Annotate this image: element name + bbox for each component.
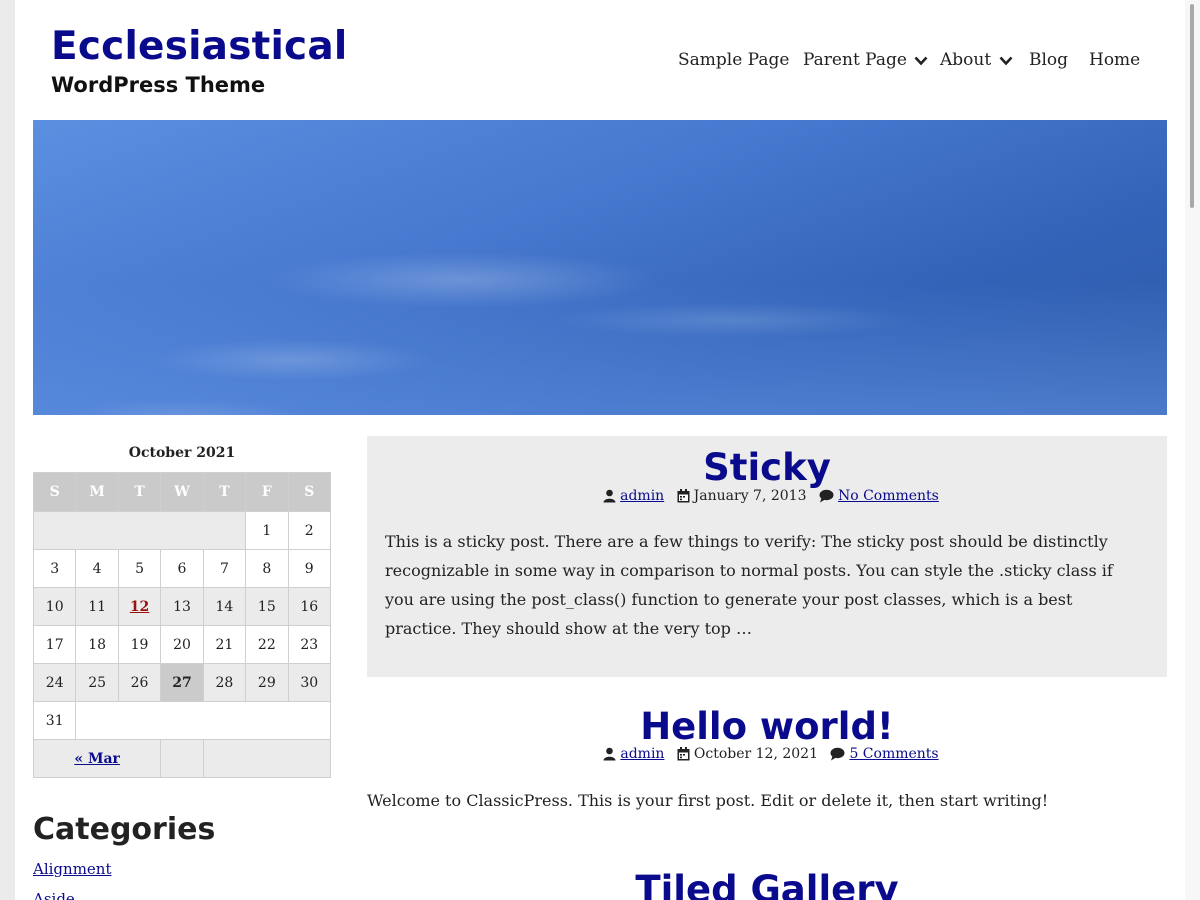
page: Ecclesiastical WordPress Theme Sample Pa…	[15, 0, 1185, 900]
calendar-pad	[32, 511, 247, 550]
calendar-day: 24	[32, 663, 77, 702]
post-title-hello-world[interactable]: Hello world!	[367, 705, 1167, 748]
calendar-day: 22	[245, 625, 289, 664]
comment-icon	[830, 747, 845, 761]
post-comments-link[interactable]: 5 Comments	[849, 746, 938, 762]
calendar-day: 7	[202, 549, 247, 588]
calendar-prev-link[interactable]: « Mar	[74, 751, 120, 767]
user-icon	[603, 747, 616, 761]
post-meta: admin October 12, 2021 5 Comments	[367, 746, 1167, 762]
calendar-day: 20	[160, 625, 204, 664]
calendar-week-row: 17 18 19 20 21 22 23	[32, 625, 332, 664]
calendar-day: 4	[75, 549, 119, 588]
category-link-aside[interactable]: Aside	[33, 890, 75, 900]
nav-item-label: Sample Page	[678, 50, 790, 70]
weekday-header: W	[160, 472, 204, 512]
nav-item-label: Blog	[1029, 50, 1069, 70]
calendar-day: 5	[117, 549, 162, 588]
calendar-prev-cell[interactable]: « Mar	[32, 739, 162, 778]
calendar-day: 17	[32, 625, 77, 664]
post-author-link[interactable]: admin	[620, 746, 664, 762]
calendar-day: 1	[245, 511, 289, 550]
calendar-icon	[677, 489, 690, 503]
nav-item-parent-page[interactable]: Parent Page	[803, 50, 928, 70]
nav-item-about[interactable]: About	[940, 50, 1013, 70]
calendar-week-row: 1 2	[32, 511, 332, 550]
weekday-header: F	[245, 472, 289, 512]
calendar-day: 21	[202, 625, 247, 664]
calendar-next-cell	[202, 739, 332, 778]
nav-item-sample-page[interactable]: Sample Page	[678, 50, 789, 70]
calendar-day: 18	[75, 625, 119, 664]
nav-item-blog[interactable]: Blog	[1029, 50, 1068, 70]
calendar-pad	[75, 701, 331, 740]
chevron-down-icon	[999, 56, 1013, 65]
calendar-day: 29	[245, 663, 289, 702]
weekday-header: T	[202, 472, 247, 512]
calendar-day: 14	[202, 587, 247, 626]
weekday-header: S	[32, 472, 77, 512]
calendar-icon	[677, 747, 690, 761]
calendar-day: 15	[245, 587, 289, 626]
weekday-header: M	[75, 472, 119, 512]
site-description: WordPress Theme	[51, 73, 266, 97]
calendar-day-link[interactable]: 12	[117, 587, 162, 626]
calendar-caption: October 2021	[128, 445, 236, 461]
calendar-header-row: S M T W T F S	[32, 472, 332, 512]
calendar-day: 26	[117, 663, 162, 702]
calendar-day: 16	[287, 587, 332, 626]
calendar-day: 3	[32, 549, 77, 588]
site-title[interactable]: Ecclesiastical	[51, 24, 347, 69]
calendar-day: 31	[32, 701, 77, 740]
nav-item-label: Home	[1089, 50, 1141, 70]
post-excerpt: Welcome to ClassicPress. This is your fi…	[367, 791, 1049, 810]
post-author-link[interactable]: admin	[620, 488, 664, 504]
calendar-day: 28	[202, 663, 247, 702]
calendar-day: 19	[117, 625, 162, 664]
comment-icon	[819, 489, 834, 503]
calendar-day: 2	[287, 511, 332, 550]
nav-item-label: Parent Page	[803, 50, 907, 70]
calendar-day: 11	[75, 587, 119, 626]
calendar-day: 13	[160, 587, 204, 626]
nav-item-label: About	[940, 50, 992, 70]
post-title-tiled-gallery[interactable]: Tiled Gallery	[367, 868, 1167, 900]
calendar-week-row: 31	[32, 701, 331, 740]
weekday-header: S	[287, 472, 332, 512]
calendar-day: 9	[287, 549, 332, 588]
calendar-week-row: 10 11 12 13 14 15 16	[32, 587, 332, 626]
calendar-day-today: 27	[160, 663, 204, 702]
calendar-day: 10	[32, 587, 77, 626]
category-link-alignment[interactable]: Alignment	[33, 860, 111, 878]
header-image	[33, 120, 1167, 415]
calendar-day: 30	[287, 663, 332, 702]
post-comments-link[interactable]: No Comments	[838, 488, 939, 504]
post-excerpt: This is a sticky post. There are a few t…	[385, 532, 1113, 638]
calendar-day: 23	[287, 625, 332, 664]
calendar-day: 6	[160, 549, 204, 588]
calendar-widget: S M T W T F S 1 2 3 4 5 6 7 8 9 10 11 12…	[32, 472, 332, 778]
calendar-day-link-text[interactable]: 12	[130, 599, 149, 615]
categories-title: Categories	[33, 812, 216, 847]
calendar-pad	[160, 739, 204, 778]
scrollbar-thumb[interactable]	[1190, 4, 1194, 208]
post-date: January 7, 2013	[693, 488, 807, 504]
post-date: October 12, 2021	[693, 746, 818, 762]
chevron-down-icon	[914, 56, 928, 65]
vertical-scrollbar[interactable]	[1185, 0, 1200, 900]
user-icon	[603, 489, 616, 503]
calendar-day: 8	[245, 549, 289, 588]
calendar-nav-row: « Mar	[32, 739, 332, 778]
weekday-header: T	[117, 472, 162, 512]
nav-item-home[interactable]: Home	[1089, 50, 1140, 70]
calendar-week-row: 3 4 5 6 7 8 9	[32, 549, 332, 588]
calendar-week-row: 24 25 26 27 28 29 30	[32, 663, 332, 702]
post-meta: admin January 7, 2013 No Comments	[367, 488, 1167, 504]
post-title-sticky[interactable]: Sticky	[367, 446, 1167, 489]
calendar-day: 25	[75, 663, 119, 702]
